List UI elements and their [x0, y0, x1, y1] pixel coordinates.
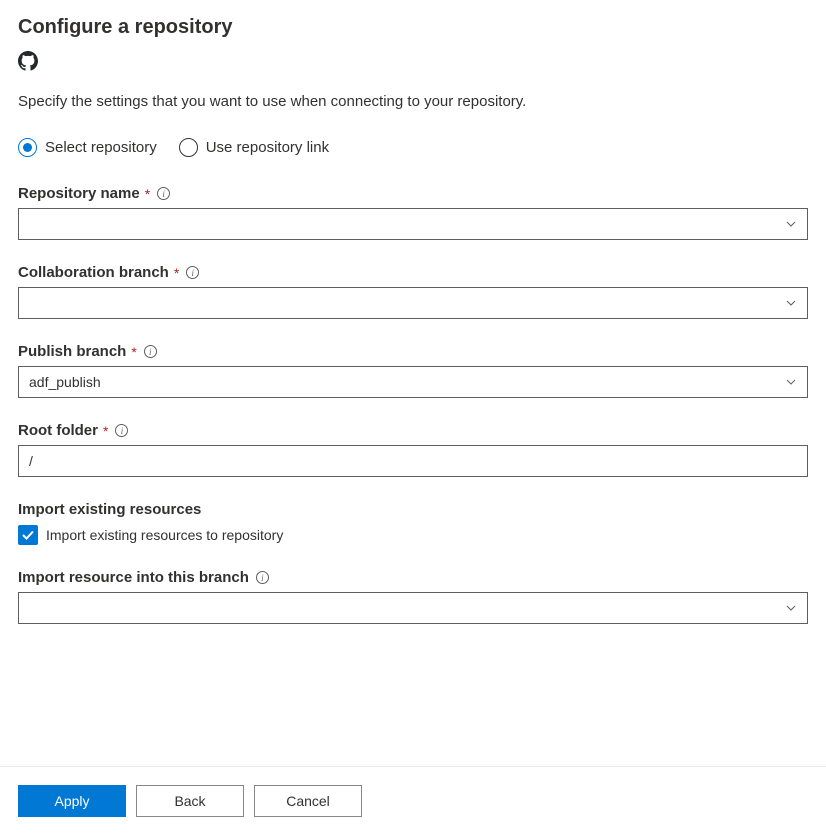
import-existing-checkbox[interactable]: Import existing resources to repository: [18, 525, 808, 545]
use-repository-link-radio[interactable]: Use repository link: [179, 138, 329, 157]
collaboration-branch-dropdown[interactable]: [18, 287, 808, 319]
github-icon: [18, 51, 808, 71]
info-icon[interactable]: i: [144, 345, 157, 358]
required-indicator: *: [174, 265, 179, 281]
publish-branch-dropdown[interactable]: adf_publish: [18, 366, 808, 398]
select-repository-radio[interactable]: Select repository: [18, 138, 157, 157]
repository-name-dropdown[interactable]: [18, 208, 808, 240]
required-indicator: *: [131, 344, 136, 360]
publish-branch-label: Publish branch: [18, 343, 126, 360]
info-icon[interactable]: i: [157, 187, 170, 200]
apply-button[interactable]: Apply: [18, 785, 126, 817]
mode-radio-group: Select repository Use repository link: [18, 138, 808, 157]
cancel-button[interactable]: Cancel: [254, 785, 362, 817]
footer: Apply Back Cancel: [0, 766, 826, 817]
required-indicator: *: [103, 423, 108, 439]
info-icon[interactable]: i: [256, 571, 269, 584]
radio-icon: [179, 138, 198, 157]
import-existing-resources-label: Import existing resources: [18, 501, 808, 518]
radio-icon: [18, 138, 37, 157]
chevron-down-icon: [785, 602, 797, 614]
info-icon[interactable]: i: [115, 424, 128, 437]
back-button[interactable]: Back: [136, 785, 244, 817]
collaboration-branch-label: Collaboration branch: [18, 264, 169, 281]
root-folder-label: Root folder: [18, 422, 98, 439]
chevron-down-icon: [785, 297, 797, 309]
repository-name-label: Repository name: [18, 185, 140, 202]
dropdown-value: adf_publish: [29, 374, 101, 390]
radio-label: Use repository link: [206, 139, 329, 156]
checkbox-label: Import existing resources to repository: [46, 527, 283, 543]
chevron-down-icon: [785, 218, 797, 230]
chevron-down-icon: [785, 376, 797, 388]
radio-label: Select repository: [45, 139, 157, 156]
info-icon[interactable]: i: [186, 266, 199, 279]
import-branch-dropdown[interactable]: [18, 592, 808, 624]
required-indicator: *: [145, 186, 150, 202]
import-branch-label: Import resource into this branch: [18, 569, 249, 586]
root-folder-input[interactable]: [18, 445, 808, 477]
description-text: Specify the settings that you want to us…: [18, 93, 808, 110]
checkbox-icon: [18, 525, 38, 545]
page-title: Configure a repository: [18, 16, 808, 39]
